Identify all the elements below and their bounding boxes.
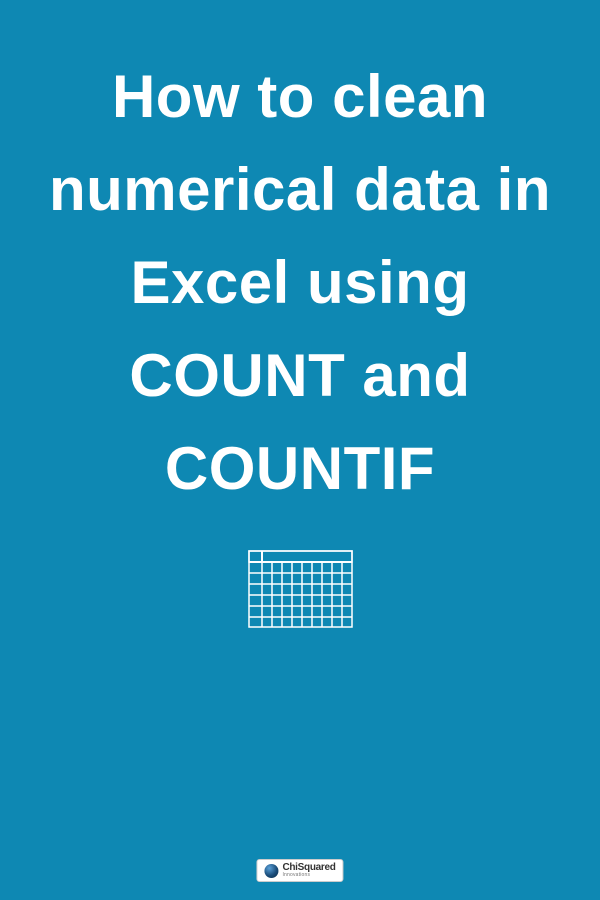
logo-subtitle-text: Innovations [282, 873, 335, 878]
globe-icon [264, 864, 278, 878]
brand-logo: ChiSquared Innovations [256, 859, 343, 882]
logo-text-wrap: ChiSquared Innovations [282, 863, 335, 878]
page-title: How to clean numerical data in Excel usi… [0, 0, 600, 515]
spreadsheet-icon [248, 550, 353, 628]
